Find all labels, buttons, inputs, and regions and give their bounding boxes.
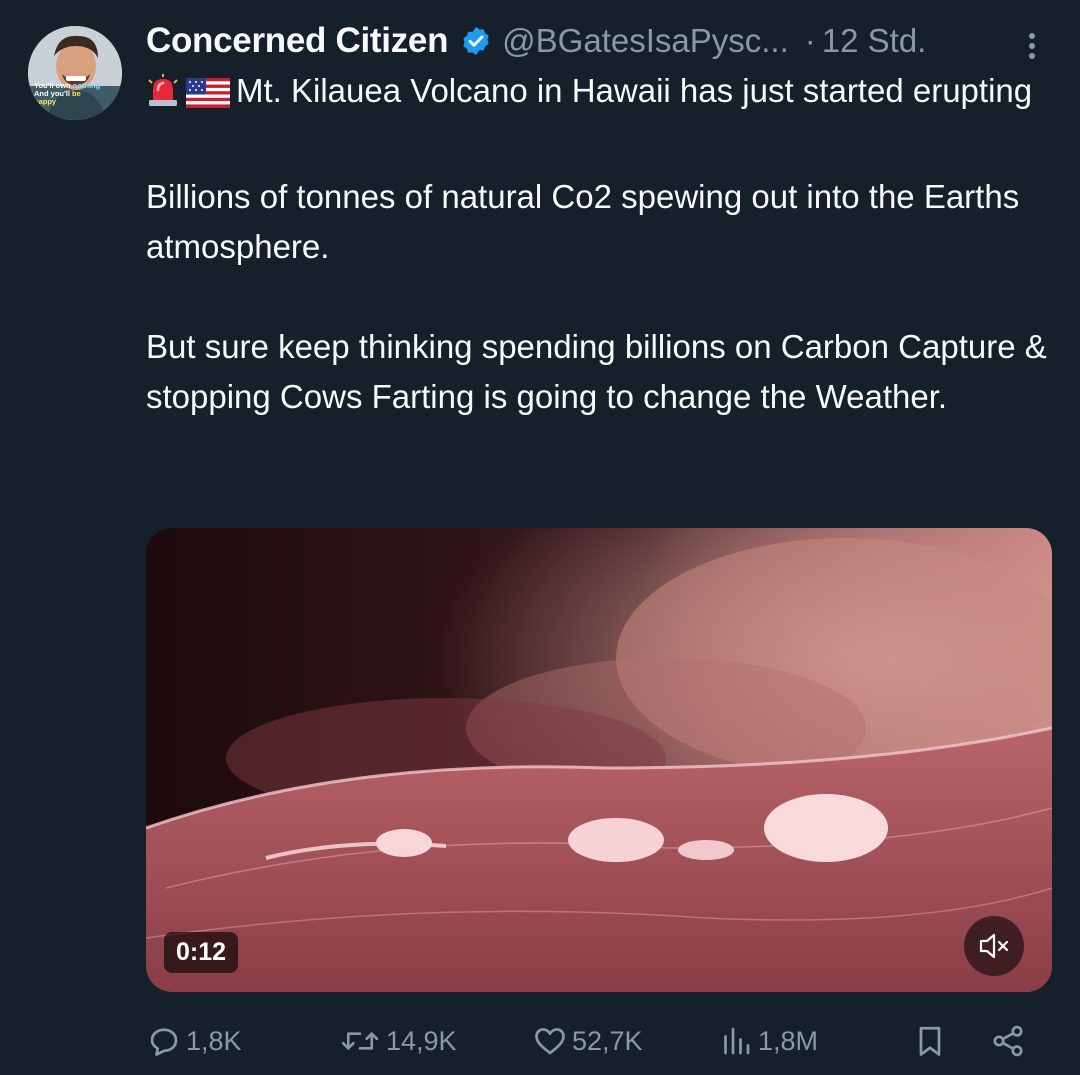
repost-button[interactable]: 14,9K (338, 1018, 457, 1064)
like-count: 52,7K (572, 1025, 643, 1056)
share-icon (993, 1025, 1023, 1057)
bookmark-icon (919, 1026, 941, 1056)
speaker-muted-icon (979, 933, 1009, 959)
tweet[interactable]: You'll own nothing And you'll be happy C… (0, 0, 1080, 1075)
tweet-paragraph-1: Mt. Kilauea Volcano in Hawaii has just s… (146, 66, 1056, 122)
views-button[interactable]: 1,8M (718, 1018, 818, 1064)
repost-icon (341, 1032, 379, 1050)
reply-count: 1,8K (186, 1025, 242, 1056)
handle[interactable]: @BGatesIsaPysc... (502, 22, 789, 60)
timestamp[interactable]: 12 Std. (822, 22, 927, 60)
verified-badge-icon (460, 25, 492, 57)
us-flag-emoji (186, 72, 230, 122)
heart-icon (535, 1028, 565, 1055)
video-player[interactable]: 0:12 (146, 528, 1052, 992)
tweet-header: Concerned Citizen @BGatesIsaPysc... · 12… (146, 18, 1056, 64)
display-name[interactable]: Concerned Citizen (146, 21, 448, 61)
tweet-text: Mt. Kilauea Volcano in Hawaii has just s… (146, 66, 1056, 422)
separator-dot: · (804, 22, 816, 59)
video-duration: 0:12 (164, 932, 239, 973)
repost-count: 14,9K (386, 1025, 457, 1056)
like-button[interactable]: 52,7K (532, 1018, 643, 1064)
views-count: 1,8M (758, 1025, 819, 1056)
avatar[interactable]: You'll own nothing And you'll be happy (28, 26, 122, 120)
reply-icon (150, 1028, 178, 1056)
rotating-light-emoji (146, 72, 180, 122)
more-options-icon[interactable] (1020, 28, 1044, 64)
share-button[interactable] (990, 1018, 1030, 1064)
tweet-paragraph-3: But sure keep thinking spending billions… (146, 328, 1047, 415)
action-bar: 1,8K 14,9K 52,7K 1,8M (146, 1018, 1046, 1064)
mute-button[interactable] (964, 916, 1024, 976)
bookmark-button[interactable] (912, 1018, 952, 1064)
tweet-paragraph-2: Billions of tonnes of natural Co2 spewin… (146, 178, 1020, 265)
analytics-icon (724, 1027, 750, 1055)
avatar-caption: You'll own nothing And you'll be happy (34, 81, 101, 106)
reply-button[interactable]: 1,8K (146, 1018, 242, 1064)
video-frame (146, 528, 1052, 992)
